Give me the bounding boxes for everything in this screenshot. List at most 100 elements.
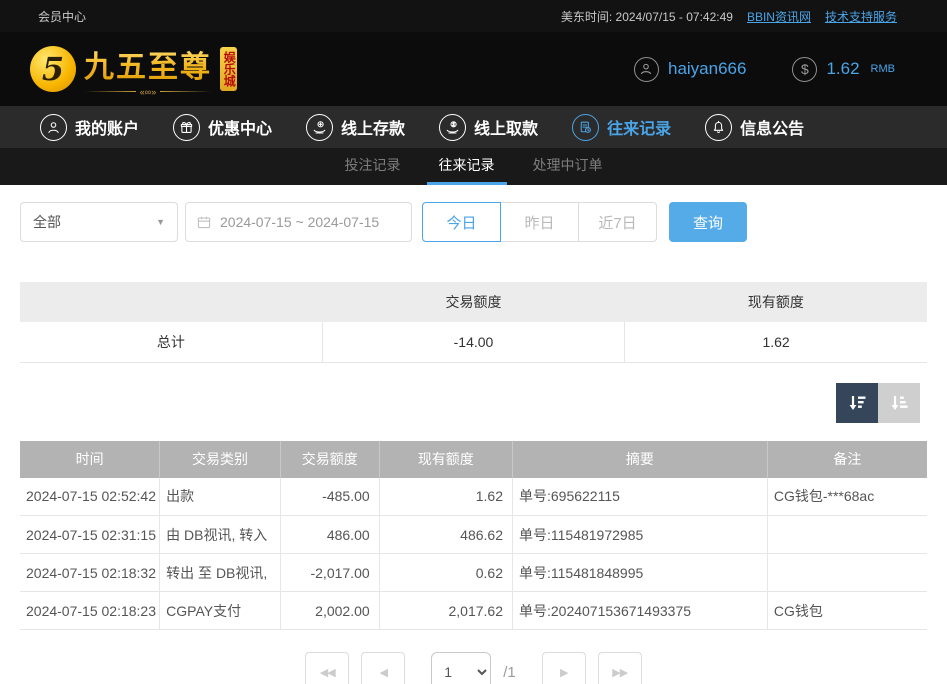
nav-item-announcements[interactable]: 信息公告 (705, 114, 804, 141)
logo-badge: 娱乐城 (220, 47, 237, 91)
col-amount: 交易额度 (280, 441, 379, 478)
category-select[interactable]: 全部 ▼ (20, 202, 178, 242)
server-time-value: 2024/07/15 - 07:42:49 (616, 10, 733, 24)
balance-info[interactable]: $ 1.62 RMB (792, 57, 895, 82)
cell-time: 2024-07-15 02:52:42 (20, 478, 160, 516)
summary-header-balance: 现有额度 (625, 282, 927, 322)
yesterday-button[interactable]: 昨日 (500, 202, 579, 242)
cell-amount: 2,002.00 (280, 592, 379, 630)
cell-balance: 486.62 (379, 516, 512, 554)
wallet-dollar-icon: $ (792, 57, 817, 82)
page-select[interactable]: 1 (431, 652, 491, 684)
main-nav: 我的账户 优惠中心 线上存款 线上取款 往来记录 信息公告 (0, 106, 947, 148)
tech-support-link[interactable]: 技术支持服务 (825, 8, 897, 25)
date-range-input[interactable]: 2024-07-15 ~ 2024-07-15 (185, 202, 412, 242)
user-info[interactable]: haiyan666 (634, 57, 746, 82)
last7days-button[interactable]: 近7日 (578, 202, 657, 242)
username: haiyan666 (668, 59, 746, 79)
logo-title: 九五至尊 (84, 42, 212, 86)
topbar-right: 美东时间: 2024/07/15 - 07:42:49 BBIN资讯网 技术支持… (561, 8, 897, 25)
cell-amount: 486.00 (280, 516, 379, 554)
table-row: 2024-07-15 02:18:23 CGPAY支付 2,002.00 2,0… (20, 592, 927, 630)
col-time: 时间 (20, 441, 160, 478)
cell-note (767, 554, 927, 592)
last-page-button[interactable]: ▶▶ (598, 652, 642, 684)
site-logo[interactable]: 5 九五至尊 «∞» 娱乐城 (30, 42, 264, 97)
transactions-icon (572, 114, 599, 141)
cell-time: 2024-07-15 02:18:23 (20, 592, 160, 630)
cell-balance: 1.62 (379, 478, 512, 516)
logo-circle-icon: 5 (30, 46, 76, 92)
table-row: 2024-07-15 02:31:15 由 DB视讯, 转入 486.00 48… (20, 516, 927, 554)
sort-ascending-button[interactable] (878, 383, 920, 423)
summary-table: 交易额度 现有额度 总计 -14.00 1.62 (20, 282, 927, 363)
nav-item-promotions[interactable]: 优惠中心 (173, 114, 272, 141)
next-page-button[interactable]: ▶ (542, 652, 586, 684)
content: 全部 ▼ 2024-07-15 ~ 2024-07-15 今日 昨日 近7日 查… (0, 202, 947, 684)
table-row: 2024-07-15 02:52:42 出款 -485.00 1.62 单号:6… (20, 478, 927, 516)
sort-row (20, 383, 927, 423)
cell-type: 出款 (160, 478, 281, 516)
cell-summary: 单号:695622115 (512, 478, 767, 516)
server-time: 美东时间: 2024/07/15 - 07:42:49 (561, 8, 733, 25)
tab-transaction-records[interactable]: 往来记录 (427, 148, 507, 185)
filter-row: 全部 ▼ 2024-07-15 ~ 2024-07-15 今日 昨日 近7日 查… (20, 202, 927, 242)
gift-icon (173, 114, 200, 141)
prev-page-icon: ◀ (380, 666, 387, 679)
page-total-label: /1 (503, 664, 516, 681)
cell-type: 转出 至 DB视讯, (160, 554, 281, 592)
cell-amount: -485.00 (280, 478, 379, 516)
prev-page-button[interactable]: ◀ (361, 652, 405, 684)
user-icon (40, 114, 67, 141)
col-note: 备注 (767, 441, 927, 478)
cell-type: CGPAY支付 (160, 592, 281, 630)
summary-header-blank (20, 282, 322, 322)
cell-balance: 0.62 (379, 554, 512, 592)
user-avatar-icon (634, 57, 659, 82)
table-row: 2024-07-15 02:18:32 转出 至 DB视讯, -2,017.00… (20, 554, 927, 592)
subnav: 投注记录 往来记录 处理中订单 (0, 148, 947, 185)
tab-bet-records[interactable]: 投注记录 (333, 148, 413, 185)
summary-trade-total: -14.00 (322, 322, 624, 362)
tab-pending-orders[interactable]: 处理中订单 (521, 148, 615, 185)
col-balance: 现有额度 (379, 441, 512, 478)
chevron-down-icon: ▼ (156, 217, 165, 227)
today-button[interactable]: 今日 (422, 202, 501, 242)
balance-amount: 1.62 (826, 59, 859, 79)
first-page-icon: ◀◀ (320, 666, 335, 679)
bell-icon (705, 114, 732, 141)
cell-note (767, 516, 927, 554)
topbar: 会员中心 美东时间: 2024/07/15 - 07:42:49 BBIN资讯网… (0, 0, 947, 32)
cell-summary: 单号:115481848995 (512, 554, 767, 592)
cell-time: 2024-07-15 02:18:32 (20, 554, 160, 592)
calendar-icon (196, 214, 212, 230)
next-page-icon: ▶ (560, 666, 567, 679)
cell-summary: 单号:202407153671493375 (512, 592, 767, 630)
header: 5 九五至尊 «∞» 娱乐城 haiyan666 $ 1.62 RMB (0, 32, 947, 106)
quick-date-group: 今日 昨日 近7日 (422, 202, 657, 242)
sort-descending-button[interactable] (836, 383, 878, 423)
sort-ascending-icon (887, 391, 911, 415)
cell-balance: 2,017.62 (379, 592, 512, 630)
cell-note: CG钱包-***68ac (767, 478, 927, 516)
server-time-label: 美东时间: (561, 10, 612, 24)
summary-balance-total: 1.62 (625, 322, 927, 362)
cell-summary: 单号:115481972985 (512, 516, 767, 554)
cell-note: CG钱包 (767, 592, 927, 630)
nav-item-my-account[interactable]: 我的账户 (40, 114, 139, 141)
search-button[interactable]: 查询 (669, 202, 747, 242)
first-page-button[interactable]: ◀◀ (305, 652, 349, 684)
bbin-news-link[interactable]: BBIN资讯网 (747, 8, 811, 25)
cell-type: 由 DB视讯, 转入 (160, 516, 281, 554)
nav-item-transactions[interactable]: 往来记录 (572, 114, 671, 141)
nav-item-deposit[interactable]: 线上存款 (306, 114, 405, 141)
user-area: haiyan666 $ 1.62 RMB (634, 57, 895, 82)
pagination: ◀◀ ◀ 1 /1 ▶ ▶▶ (20, 652, 927, 684)
category-select-value: 全部 (33, 212, 61, 232)
nav-item-withdraw[interactable]: 线上取款 (439, 114, 538, 141)
deposit-icon (306, 114, 333, 141)
balance-currency: RMB (871, 63, 895, 75)
col-summary: 摘要 (512, 441, 767, 478)
member-center-label: 会员中心 (38, 8, 86, 25)
summary-total-label: 总计 (20, 322, 322, 362)
